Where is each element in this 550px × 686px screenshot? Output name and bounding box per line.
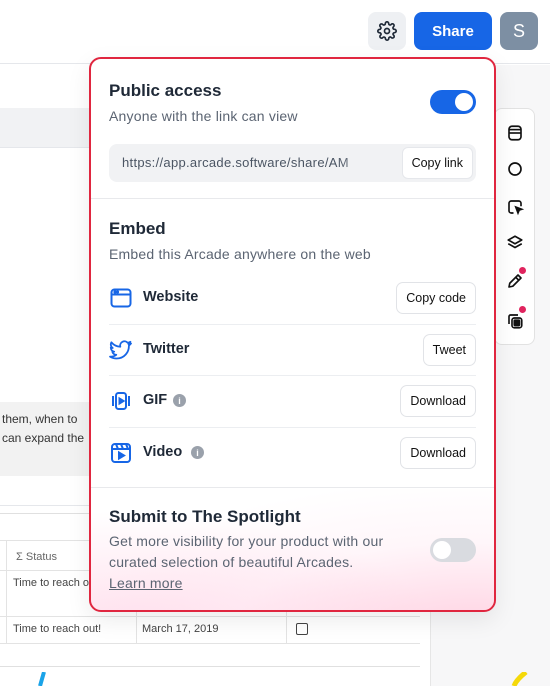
avatar[interactable]: S: [500, 12, 538, 50]
public-access-subtitle: Anyone with the link can view: [109, 108, 298, 124]
public-access-title: Public access: [109, 81, 222, 100]
share-button[interactable]: Share: [414, 12, 492, 50]
table-row-divider: [0, 616, 420, 617]
embed-item-twitter: Twitter Tweet: [109, 332, 476, 368]
share-popover: Public access Anyone with the link can v…: [89, 57, 496, 612]
canvas-header-band: [0, 108, 94, 148]
share-link-url: https://app.arcade.software/share/AM: [122, 155, 349, 170]
note-line: them, when to: [2, 412, 78, 426]
table-col-divider: [6, 540, 7, 644]
share-link-field[interactable]: https://app.arcade.software/share/AM Cop…: [109, 144, 476, 182]
partial-shape: [511, 672, 528, 686]
cursor-icon: [508, 200, 524, 216]
embed-item-gif: GIF i Download: [109, 383, 476, 419]
download-video-button[interactable]: Download: [400, 437, 476, 469]
spotlight-title: Submit to The Spotlight: [109, 507, 301, 526]
table-row-divider: [0, 643, 420, 644]
toolbar-circle-button[interactable]: [500, 155, 530, 183]
tweet-button[interactable]: Tweet: [422, 334, 476, 366]
embed-item-label: Video: [143, 444, 183, 460]
embed-subtitle: Embed this Arcade anywhere on the web: [109, 246, 371, 262]
twitter-icon: [109, 340, 132, 360]
browser-window-icon: [110, 288, 132, 308]
gear-icon: [377, 21, 397, 41]
toggle-knob: [455, 93, 473, 111]
embed-title: Embed: [109, 219, 166, 238]
circle-icon: [508, 162, 522, 176]
copy-code-button[interactable]: Copy code: [396, 282, 476, 314]
section-divider: [91, 198, 494, 199]
divider: [0, 505, 94, 506]
copy-link-button[interactable]: Copy link: [401, 147, 473, 179]
embed-item-video: Video i Download: [109, 435, 476, 471]
info-icon[interactable]: i: [191, 446, 204, 459]
copy-icon: [508, 314, 523, 329]
note-text-block: them, when to can expand the: [0, 402, 94, 476]
spotlight-description: Get more visibility for your product wit…: [109, 533, 384, 570]
gif-icon: [112, 392, 130, 410]
toolbar-layers-button[interactable]: [500, 229, 530, 257]
editor-toolbar: [494, 108, 535, 345]
table-cell-status: Time to reach out!: [13, 623, 102, 635]
layers-icon: [507, 235, 523, 249]
row-divider: [109, 324, 476, 325]
spotlight-toggle[interactable]: [430, 538, 476, 562]
pencil-icon: [508, 274, 522, 288]
partial-shape: [38, 672, 46, 686]
notification-dot: [519, 267, 526, 274]
toolbar-cursor-button[interactable]: [500, 193, 530, 221]
toggle-knob: [433, 541, 451, 559]
embed-item-label: Twitter: [143, 341, 190, 357]
table-cell-status: Time to reach o: [13, 577, 90, 589]
table-row-checkbox[interactable]: [296, 623, 308, 635]
note-line: can expand the: [2, 431, 85, 445]
settings-button[interactable]: [368, 12, 406, 50]
top-bar: Share S: [0, 0, 550, 64]
public-access-toggle[interactable]: [430, 90, 476, 114]
embed-item-label: Website: [143, 289, 199, 305]
info-icon[interactable]: i: [173, 394, 186, 407]
toolbar-layout-button[interactable]: [500, 119, 530, 147]
notification-dot: [519, 306, 526, 313]
row-divider: [109, 375, 476, 376]
embed-item-label: GIF: [143, 392, 168, 408]
row-divider: [109, 427, 476, 428]
video-icon: [111, 443, 131, 463]
column-header-status: Σ Status: [16, 551, 58, 563]
section-divider: [91, 487, 494, 488]
layout-icon: [508, 125, 522, 141]
embed-item-website: Website Copy code: [109, 280, 476, 316]
learn-more-link[interactable]: Learn more: [109, 575, 183, 591]
download-gif-button[interactable]: Download: [400, 385, 476, 417]
table-cell-date: March 17, 2019: [142, 623, 219, 635]
